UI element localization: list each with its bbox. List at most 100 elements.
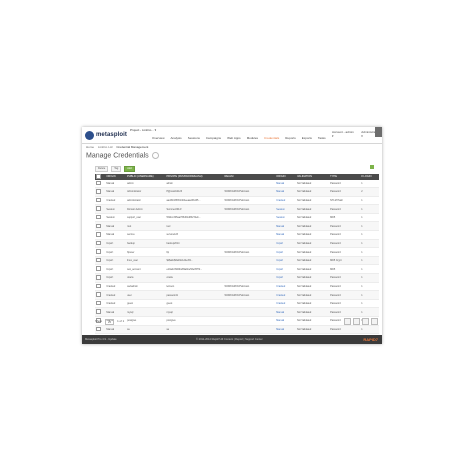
table-row[interactable]: Manual admin admin Manual Not Validated Passw… (95, 179, 379, 189)
row-checkbox[interactable] (96, 240, 101, 246)
next-page-button[interactable] (362, 318, 369, 325)
row-select-cell[interactable] (95, 307, 106, 317)
row-checkbox[interactable] (96, 292, 101, 297)
add-button[interactable]: Add (124, 166, 135, 172)
row-checkbox[interactable] (96, 309, 101, 314)
nav-tasks[interactable]: Tasks (318, 136, 326, 140)
table-row[interactable]: Cracked webadmin letmein WORKGROUP\domain Cr… (95, 282, 379, 292)
nav-modules[interactable]: Modules (247, 136, 258, 140)
table-cell[interactable]: service (126, 230, 166, 240)
row-checkbox[interactable] (96, 232, 101, 237)
row-checkbox[interactable] (96, 326, 101, 332)
row-select-cell[interactable] (95, 187, 106, 197)
row-select-cell[interactable] (95, 221, 106, 232)
table-row[interactable]: Manual root toor Manual Not Validated Passwor… (95, 221, 379, 232)
table-cell[interactable]: root (126, 221, 166, 232)
nav-reports[interactable]: Reports (285, 136, 296, 140)
nav-web-apps[interactable]: Web Apps (227, 136, 241, 140)
row-select-cell[interactable] (95, 247, 106, 257)
row-checkbox[interactable] (96, 197, 101, 203)
row-select-cell[interactable] (95, 230, 106, 240)
table-cell[interactable]: backup (126, 239, 166, 249)
row-checkbox[interactable] (96, 266, 101, 271)
row-checkbox[interactable] (96, 189, 101, 194)
table-row[interactable]: Cracked guest guest Cracked Not Validated Pas… (95, 299, 379, 309)
row-select-cell[interactable] (95, 299, 106, 309)
first-page-button[interactable] (344, 318, 351, 325)
table-cell[interactable]: mysql (126, 307, 166, 317)
account-menu[interactable]: Account - admin ▾ (332, 130, 355, 138)
table-cell[interactable]: ftpuser (126, 247, 166, 257)
table-row[interactable]: Manual Administrator P@ssw0rd123 WORKGROUP\… (95, 187, 379, 197)
nav-sessions[interactable]: Sessions (188, 136, 200, 140)
row-checkbox[interactable] (96, 249, 101, 254)
row-select-cell[interactable] (95, 256, 106, 266)
help-icon[interactable] (151, 152, 159, 159)
table-cell[interactable]: support_user (126, 213, 166, 223)
row-checkbox[interactable] (96, 257, 101, 263)
row-select-cell[interactable] (95, 325, 106, 335)
last-page-button[interactable] (371, 318, 378, 325)
row-select-cell[interactable] (95, 213, 106, 223)
row-select-cell[interactable] (95, 264, 106, 275)
table-row[interactable]: Import test_account e10adc3949ba59abbe56e0… (95, 264, 379, 275)
nav-credentials[interactable]: Credentials (264, 136, 279, 140)
delete-button[interactable]: Delete (95, 166, 109, 172)
table-row[interactable]: Manual mysql mysql Manual Not Validated Passw… (95, 307, 379, 317)
nav-analysis[interactable]: Analysis (171, 136, 182, 140)
nav-exports[interactable]: Exports (302, 136, 312, 140)
table-row[interactable]: Cracked user password1 WORKGROUP\domain Crac… (95, 290, 379, 300)
row-select-cell[interactable] (95, 179, 106, 189)
menu-toggle-icon[interactable] (375, 127, 382, 137)
table-cell[interactable]: sa (126, 325, 166, 335)
nav-overview[interactable]: Overview (152, 136, 165, 140)
table-row[interactable]: Session Domain Admin Summer2014! WORKGROUP\… (95, 204, 379, 214)
table-cell[interactable]: webadmin (126, 282, 166, 292)
table-cell[interactable]: user (126, 290, 166, 300)
tag-button[interactable]: Tag (111, 166, 122, 172)
nav-campaigns[interactable]: Campaigns (206, 136, 221, 140)
table-cell[interactable]: postgres (126, 316, 166, 326)
table-cell[interactable]: oracle (126, 273, 166, 283)
table-cell[interactable]: Domain Admin (126, 204, 166, 214)
row-checkbox[interactable] (96, 180, 101, 186)
row-select-cell[interactable] (95, 196, 106, 206)
settings-icon[interactable] (370, 165, 374, 169)
footer-links[interactable]: © 2011-2014 Rapid7 All Content | Report … (196, 338, 263, 341)
table-row[interactable]: Import backup backup2014 Import Not Validate… (95, 239, 379, 249)
row-checkbox[interactable] (96, 223, 101, 229)
row-checkbox[interactable] (96, 300, 101, 306)
table-row[interactable]: Cracked administrator aad3b435b51404eeaad3… (95, 196, 379, 206)
row-select-cell[interactable] (95, 204, 106, 214)
row-select-cell[interactable] (95, 273, 106, 283)
table-cell[interactable]: Administrator (126, 187, 166, 197)
table-cell: Password (329, 230, 361, 240)
table-cell[interactable]: administrator (126, 196, 166, 206)
select-all-checkbox[interactable] (96, 174, 101, 179)
table-cell[interactable]: admin (126, 179, 166, 189)
table-cell[interactable]: guest (126, 299, 166, 309)
table-row[interactable]: Import oracle oracle Import Not Validated Pas… (95, 273, 379, 283)
per-page-select[interactable]: 25 (105, 319, 115, 325)
table-cell[interactable]: linux_user (126, 256, 166, 266)
prev-page-button[interactable] (353, 318, 360, 325)
row-checkbox[interactable] (96, 283, 101, 289)
breadcrumb-home[interactable]: Home (86, 145, 94, 149)
table-row[interactable]: Manual service service123 Manual Not Validat… (95, 230, 379, 240)
row-select-cell[interactable] (95, 290, 106, 300)
project-selector[interactable]: Project - LinkCo... ▾ (130, 128, 156, 132)
table-row[interactable]: Import linux_user $1$abc$6ab9c1d2e3f4... Im… (95, 256, 379, 266)
footer-version[interactable]: Metasploit Pro 4.9 - Update (85, 338, 117, 341)
breadcrumb-project[interactable]: LinkCo Ltd (98, 145, 112, 149)
row-checkbox[interactable] (96, 214, 101, 220)
table-row[interactable]: Session support_user 5f4dcc3b5aa765d61d832… (95, 213, 379, 223)
row-checkbox[interactable] (96, 206, 101, 211)
row-checkbox[interactable] (96, 275, 101, 280)
table-cell[interactable]: test_account (126, 264, 166, 275)
metasploit-logo[interactable]: metasploit (85, 130, 127, 140)
table-row[interactable]: Manual sa sa Manual Not Validated Password 1 (95, 325, 379, 335)
row-select-cell[interactable] (95, 239, 106, 249)
table-row[interactable]: Import ftpuser ftp WORKGROUP\domain Import No… (95, 247, 379, 257)
row-select-cell[interactable] (95, 282, 106, 292)
table-row[interactable]: Manual postgres postgres Manual Not Validate… (95, 316, 379, 326)
